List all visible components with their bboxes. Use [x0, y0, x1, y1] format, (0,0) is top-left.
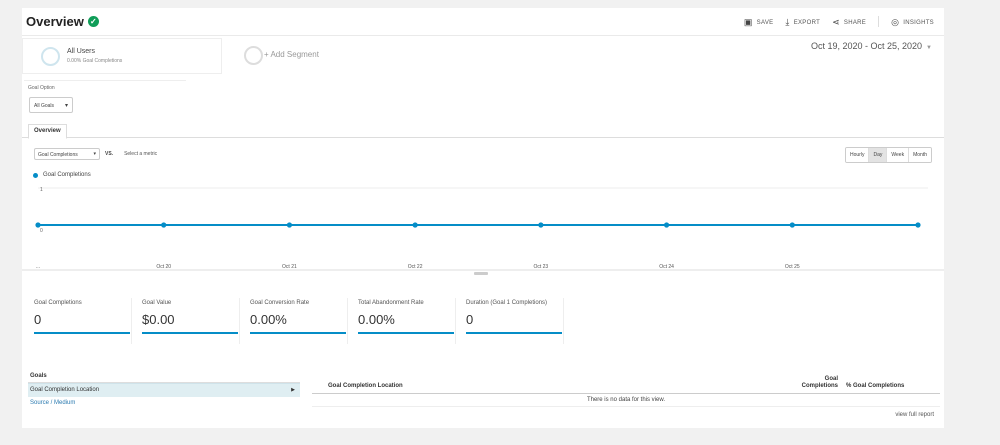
data-point — [161, 222, 167, 228]
chart-scroll-handle — [474, 272, 488, 275]
chevron-down-icon: ▼ — [926, 45, 932, 51]
goal-completion-location-item[interactable]: Goal Completion Location ▶ — [28, 383, 300, 397]
select-metric-link[interactable]: Select a metric — [124, 151, 157, 157]
granularity-hourly[interactable]: Hourly — [846, 148, 870, 162]
x-tick-label: Oct 25 — [785, 264, 800, 270]
chevron-down-icon: ▾ — [64, 103, 68, 109]
view-full-report-link[interactable]: view full report — [895, 412, 934, 418]
goals-panel-header: Goals — [28, 371, 300, 383]
tab-bar: Overview — [22, 122, 944, 139]
insights-icon: ◎ — [891, 17, 900, 27]
share-button[interactable]: ⋖ SHARE — [832, 17, 866, 28]
data-point — [412, 222, 418, 228]
goal-option-select[interactable]: All Goals ▾ — [29, 97, 73, 113]
x-tick-label: Oct 20 — [156, 264, 171, 270]
goal-completions-chart: 1 0... Oct 20 Oct 21 Oct 22 Oct 23 Oct 24 Oct 2… — [22, 187, 944, 275]
goal-location-table: Goal Completion Location Goal Completion… — [312, 374, 940, 407]
title-text: Overview — [26, 14, 84, 29]
goal-option-label: Goal Option — [28, 85, 55, 91]
empty-table-message: There is no data for this view. — [312, 394, 940, 407]
toolbar-divider — [878, 16, 880, 27]
sparkline-bar — [142, 332, 238, 334]
scorecard-goal-completions[interactable]: Goal Completions 0 — [30, 298, 132, 344]
x-tick-label: Oct 21 — [282, 264, 297, 270]
data-point — [789, 222, 795, 228]
x-tick-label: Oct 23 — [533, 264, 548, 270]
metric-select[interactable]: Goal Completions ▾ — [34, 148, 100, 160]
data-point — [538, 222, 544, 228]
scorecard-goal-value[interactable]: Goal Value $0.00 — [138, 298, 240, 344]
chevron-down-icon: ▾ — [93, 151, 96, 157]
toolbar: ▣ SAVE ⤓ EXPORT ⋖ SHARE ◎ INSIGHTS — [744, 16, 934, 28]
sparkline-bar — [358, 332, 454, 334]
column-header-completions: Goal Completions — [801, 376, 838, 389]
add-segment-label: + Add Segment — [264, 50, 319, 59]
page-title: Overview ✓ — [26, 14, 99, 29]
arrow-right-icon: ▶ — [291, 387, 295, 393]
x-tick-label: ... — [36, 264, 40, 270]
x-tick-label: Oct 24 — [659, 264, 674, 270]
y-tick-label: 0 — [40, 228, 43, 234]
granularity-toggle: Hourly Day Week Month — [845, 147, 932, 163]
goal-option-panel: Goal Option All Goals ▾ — [24, 80, 186, 118]
table-header: Goal Completion Location Goal Completion… — [312, 374, 940, 394]
save-button[interactable]: ▣ SAVE — [744, 17, 774, 28]
column-header-percent: % Goal Completions — [846, 383, 905, 389]
analytics-page: Overview ✓ ▣ SAVE ⤓ EXPORT ⋖ SHARE ◎ INS… — [22, 8, 944, 428]
add-segment-circle-icon — [244, 46, 263, 65]
sparkline-bar — [250, 332, 346, 334]
metric-selector-row: Goal Completions ▾ VS. Select a metric — [34, 148, 157, 160]
granularity-month[interactable]: Month — [909, 148, 931, 162]
add-segment-button[interactable]: + Add Segment — [226, 38, 412, 74]
data-point — [35, 222, 41, 228]
goals-dimension-panel: Goals Goal Completion Location ▶ Source … — [28, 371, 300, 411]
date-range-text: Oct 19, 2020 - Oct 25, 2020 — [810, 41, 923, 51]
data-point — [915, 222, 921, 228]
share-icon: ⋖ — [832, 17, 840, 27]
source-medium-link[interactable]: Source / Medium — [28, 397, 300, 411]
column-header-location: Goal Completion Location — [328, 383, 403, 389]
data-point — [286, 222, 293, 228]
date-range-picker[interactable]: Oct 19, 2020 - Oct 25, 2020 ▼ — [811, 41, 932, 51]
save-icon: ▣ — [743, 17, 753, 27]
y-tick-label: 1 — [40, 187, 43, 193]
scorecard-duration[interactable]: Duration (Goal 1 Completions) 0 — [462, 298, 564, 344]
insights-button[interactable]: ◎ INSIGHTS — [891, 17, 934, 28]
scorecards: Goal Completions 0 Goal Value $0.00 Goal… — [30, 298, 564, 344]
segment-subtitle: 0.00% Goal Completions — [67, 58, 123, 64]
segment-all-users[interactable]: All Users 0.00% Goal Completions — [22, 38, 222, 74]
export-icon: ⤓ — [785, 17, 790, 27]
page-header: Overview ✓ ▣ SAVE ⤓ EXPORT ⋖ SHARE ◎ INS… — [22, 8, 944, 36]
tab-overview[interactable]: Overview — [28, 124, 67, 139]
export-button[interactable]: ⤓ EXPORT — [785, 17, 820, 28]
legend-dot-icon — [33, 172, 38, 178]
verified-check-icon: ✓ — [87, 16, 99, 27]
data-point — [663, 222, 670, 228]
x-tick-label: Oct 22 — [408, 264, 423, 270]
granularity-day[interactable]: Day — [869, 148, 888, 162]
vs-label: VS. — [105, 151, 114, 157]
scorecard-total-abandonment-rate[interactable]: Total Abandonment Rate 0.00% — [354, 298, 456, 344]
sparkline-bar — [34, 332, 130, 334]
segment-circle-icon — [41, 47, 60, 66]
sparkline-bar — [466, 332, 562, 334]
granularity-week[interactable]: Week — [887, 148, 910, 162]
segment-name: All Users — [67, 48, 96, 55]
scorecard-goal-conversion-rate[interactable]: Goal Conversion Rate 0.00% — [246, 298, 348, 344]
